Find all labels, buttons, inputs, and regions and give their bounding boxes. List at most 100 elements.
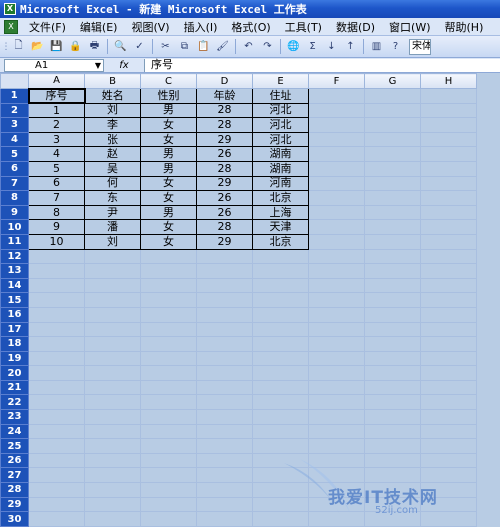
cell[interactable] xyxy=(308,423,365,440)
cell[interactable]: 住址 xyxy=(252,88,309,104)
cell[interactable] xyxy=(420,219,477,235)
cell[interactable] xyxy=(196,321,253,338)
cell[interactable]: 张 xyxy=(84,131,141,148)
cell[interactable] xyxy=(364,219,421,235)
row-header[interactable]: 1 xyxy=(0,88,29,104)
cell[interactable] xyxy=(308,204,365,221)
cell[interactable] xyxy=(308,306,365,323)
cell[interactable] xyxy=(364,409,421,425)
autosum-icon[interactable]: Σ xyxy=(304,39,321,55)
cell[interactable]: 河南 xyxy=(252,175,309,192)
cell[interactable] xyxy=(84,277,141,294)
cell[interactable]: 吴 xyxy=(84,160,141,177)
menu-data[interactable]: 数据(D) xyxy=(329,19,382,35)
cell[interactable] xyxy=(308,102,365,119)
cell[interactable] xyxy=(364,175,421,192)
cell[interactable]: 河北 xyxy=(252,102,309,119)
row-header[interactable]: 22 xyxy=(0,394,29,411)
cell[interactable]: 4 xyxy=(28,146,85,162)
new-icon[interactable]: 🗋 xyxy=(10,39,27,55)
permission-icon[interactable]: 🔒 xyxy=(67,39,84,55)
cell[interactable] xyxy=(84,248,141,265)
cell[interactable] xyxy=(196,379,253,396)
cell[interactable] xyxy=(84,467,141,484)
cell[interactable] xyxy=(308,394,365,411)
cell[interactable]: 赵 xyxy=(84,146,141,162)
row-header[interactable]: 5 xyxy=(0,146,29,162)
menu-window[interactable]: 窗口(W) xyxy=(382,19,437,35)
cell[interactable] xyxy=(196,248,253,265)
cell[interactable] xyxy=(196,452,253,469)
cell[interactable] xyxy=(420,365,477,381)
cell[interactable]: 刘 xyxy=(84,233,141,250)
cell[interactable] xyxy=(84,496,141,513)
row-header[interactable]: 2 xyxy=(0,102,29,119)
cell[interactable]: 何 xyxy=(84,175,141,192)
cell[interactable] xyxy=(84,321,141,338)
row-header[interactable]: 11 xyxy=(0,233,29,250)
cell[interactable]: 26 xyxy=(196,146,253,162)
row-header[interactable]: 29 xyxy=(0,496,29,513)
cell[interactable] xyxy=(364,292,421,308)
cell[interactable]: 1 xyxy=(28,102,85,119)
cell[interactable] xyxy=(308,131,365,148)
cell[interactable]: 女 xyxy=(140,190,197,206)
cell[interactable] xyxy=(28,321,85,338)
cell[interactable] xyxy=(84,365,141,381)
cell[interactable] xyxy=(420,131,477,148)
menu-insert[interactable]: 插入(I) xyxy=(177,19,225,35)
cell[interactable] xyxy=(28,379,85,396)
cell[interactable] xyxy=(252,423,309,440)
cell[interactable]: 上海 xyxy=(252,204,309,221)
cell[interactable] xyxy=(140,321,197,338)
row-header[interactable]: 15 xyxy=(0,292,29,308)
fx-icon[interactable]: fx xyxy=(104,60,144,71)
row-header[interactable]: 18 xyxy=(0,336,29,352)
cell[interactable]: 28 xyxy=(196,160,253,177)
toolbar-grip-icon[interactable]: ⋮ xyxy=(2,39,11,55)
cell[interactable] xyxy=(364,204,421,221)
cell[interactable] xyxy=(420,102,477,119)
cell[interactable] xyxy=(196,336,253,352)
cell[interactable]: 2 xyxy=(28,117,85,133)
cell[interactable] xyxy=(364,350,421,367)
cell[interactable] xyxy=(196,423,253,440)
cell[interactable]: 6 xyxy=(28,175,85,192)
cell[interactable] xyxy=(140,365,197,381)
cell[interactable] xyxy=(140,511,197,527)
cell[interactable] xyxy=(364,482,421,498)
cell[interactable] xyxy=(196,263,253,279)
cell[interactable] xyxy=(420,394,477,411)
cell[interactable] xyxy=(308,117,365,133)
cell[interactable] xyxy=(420,292,477,308)
cell[interactable] xyxy=(140,306,197,323)
cell[interactable] xyxy=(420,379,477,396)
row-header[interactable]: 10 xyxy=(0,219,29,235)
cell[interactable] xyxy=(84,511,141,527)
cell[interactable] xyxy=(196,365,253,381)
save-icon[interactable]: 💾 xyxy=(48,39,65,55)
cell[interactable] xyxy=(364,277,421,294)
copy-icon[interactable]: ⧉ xyxy=(176,39,193,55)
cell[interactable] xyxy=(420,496,477,513)
cell[interactable] xyxy=(420,467,477,484)
help-icon[interactable]: ? xyxy=(387,39,404,55)
select-all-corner[interactable] xyxy=(0,73,29,89)
cell[interactable]: 男 xyxy=(140,102,197,119)
cell[interactable]: 男 xyxy=(140,160,197,177)
row-header[interactable]: 25 xyxy=(0,438,29,454)
cell[interactable] xyxy=(308,233,365,250)
cell[interactable] xyxy=(364,160,421,177)
cell[interactable] xyxy=(252,306,309,323)
cell[interactable] xyxy=(252,263,309,279)
cell[interactable] xyxy=(420,248,477,265)
cell[interactable] xyxy=(364,190,421,206)
cell[interactable] xyxy=(364,233,421,250)
row-header[interactable]: 8 xyxy=(0,190,29,206)
cell[interactable]: 女 xyxy=(140,117,197,133)
cell[interactable] xyxy=(364,117,421,133)
cell[interactable]: 性别 xyxy=(140,88,197,104)
row-header[interactable]: 23 xyxy=(0,409,29,425)
cell[interactable] xyxy=(140,423,197,440)
cell[interactable] xyxy=(84,379,141,396)
